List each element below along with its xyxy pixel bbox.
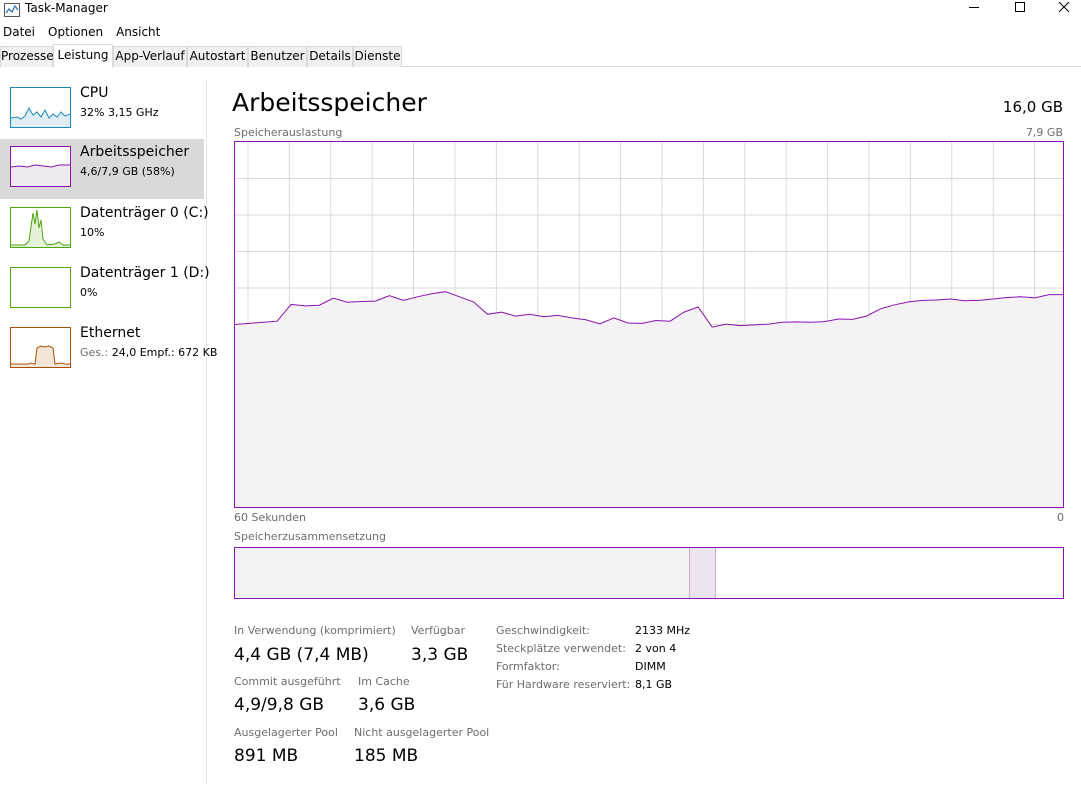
sidebar-item-arbeitsspeicher[interactable]: Arbeitsspeicher 4,6/7,9 GB (58%)	[0, 139, 204, 199]
committed-value: 4,9/9,8 GB	[234, 695, 325, 715]
committed-label: Commit ausgeführt	[234, 675, 341, 688]
sidebar-item-title: Datenträger 1 (D:)	[80, 265, 210, 281]
sidebar-item-subtitle: 4,6/7,9 GB (58%)	[80, 165, 175, 178]
available-label: Verfügbar	[411, 624, 466, 637]
in-use-value: 4,4 GB (7,4 MB)	[234, 645, 369, 665]
available-value: 3,3 GB	[411, 645, 469, 665]
composition-modified-segment[interactable]	[690, 548, 716, 598]
maximize-button[interactable]	[997, 0, 1043, 14]
sidebar-item-subtitle: 32% 3,15 GHz	[80, 106, 159, 119]
tab-bar: Prozesse Leistung App-Verlauf Autostart …	[0, 44, 1081, 68]
paged-pool-label: Ausgelagerter Pool	[234, 726, 338, 739]
sidebar-item-title: Datenträger 0 (C:)	[80, 205, 209, 221]
speed-value: 2133 MHz	[635, 624, 691, 637]
time-axis-start-label: 60 Sekunden	[234, 511, 306, 524]
sidebar-item-title: Ethernet	[80, 325, 141, 341]
sidebar-item-ethernet[interactable]: Ethernet Ges.: 24,0 Empf.: 672 KB	[0, 320, 217, 380]
menu-optionen[interactable]: Optionen	[44, 23, 107, 41]
cpu-thumbnail-graph	[10, 87, 71, 128]
nonpaged-pool-value: 185 MB	[354, 746, 419, 766]
minimize-button[interactable]	[951, 0, 997, 14]
title-bar: Task-Manager	[0, 0, 1081, 22]
sidebar-item-title: CPU	[80, 85, 109, 101]
nonpaged-pool-label: Nicht ausgelagerter Pool	[354, 726, 490, 739]
tab-app-verlauf[interactable]: App-Verlauf	[113, 46, 187, 67]
cached-label: Im Cache	[358, 675, 410, 688]
close-button[interactable]	[1041, 0, 1081, 14]
sidebar-item-cpu[interactable]: CPU 32% 3,15 GHz	[0, 80, 204, 140]
sidebar-item-title: Arbeitsspeicher	[80, 144, 190, 160]
total-memory: 16,0 GB	[1002, 98, 1063, 116]
sidebar-item-datentraeger-0[interactable]: Datenträger 0 (C:) 10%	[0, 200, 209, 260]
graph-max-label: 7,9 GB	[1025, 126, 1063, 139]
slots-value: 2 von 4	[635, 642, 677, 655]
memory-thumbnail-graph	[10, 146, 71, 187]
tab-dienste[interactable]: Dienste	[353, 46, 402, 67]
memory-usage-area	[235, 291, 1063, 507]
task-manager-window: Task-Manager Datei Optionen Ansicht Proz…	[0, 0, 1081, 799]
window-title: Task-Manager	[25, 1, 108, 15]
page-title: Arbeitsspeicher	[232, 88, 427, 117]
performance-sidebar: CPU 32% 3,15 GHz Arbeitsspeicher 4,6/7,9…	[0, 80, 217, 785]
tab-details[interactable]: Details	[307, 46, 353, 67]
sidebar-item-subtitle: 10%	[80, 226, 105, 239]
graph-label: Speicherauslastung	[234, 126, 343, 139]
form-factor-value: DIMM	[635, 660, 666, 673]
task-manager-app-icon	[4, 2, 20, 17]
in-use-label: In Verwendung (komprimiert)	[234, 624, 396, 637]
cached-value: 3,6 GB	[358, 695, 416, 715]
slots-label: Steckplätze verwendet:	[496, 642, 626, 655]
ethernet-thumbnail-graph	[10, 327, 71, 368]
menu-bar: Datei Optionen Ansicht	[0, 23, 169, 41]
memory-composition-bar	[234, 547, 1064, 599]
tab-leistung[interactable]: Leistung	[53, 44, 113, 68]
sidebar-item-subtitle-value: 24,0 Empf.: 672 KB	[111, 346, 218, 359]
disk1-thumbnail-graph	[10, 267, 71, 308]
memory-usage-chart	[235, 142, 1063, 507]
composition-label: Speicherzusammensetzung	[234, 530, 386, 543]
speed-label: Geschwindigkeit:	[496, 624, 590, 637]
composition-in-use-segment[interactable]	[235, 548, 690, 598]
sidebar-item-subtitle: 0%	[80, 286, 98, 299]
time-axis-end-label: 0	[1057, 511, 1064, 524]
disk0-thumbnail-graph	[10, 207, 71, 248]
hardware-reserved-value: 8,1 GB	[635, 678, 673, 691]
form-factor-label: Formfaktor:	[496, 660, 560, 673]
tab-benutzer[interactable]: Benutzer	[248, 46, 307, 67]
tab-autostart[interactable]: Autostart	[187, 46, 248, 67]
menu-datei[interactable]: Datei	[0, 23, 39, 41]
sidebar-item-datentraeger-1[interactable]: Datenträger 1 (D:) 0%	[0, 260, 210, 320]
sidebar-item-subtitle: Ges.: 24,0 Empf.: 672 KB	[80, 346, 217, 360]
menu-ansicht[interactable]: Ansicht	[112, 23, 164, 41]
tab-prozesse[interactable]: Prozesse	[0, 46, 54, 67]
hardware-reserved-label: Für Hardware reserviert:	[496, 678, 631, 691]
sidebar-item-subtitle-prefix: Ges.:	[80, 346, 112, 359]
memory-usage-graph	[234, 141, 1064, 508]
paged-pool-value: 891 MB	[234, 746, 299, 766]
